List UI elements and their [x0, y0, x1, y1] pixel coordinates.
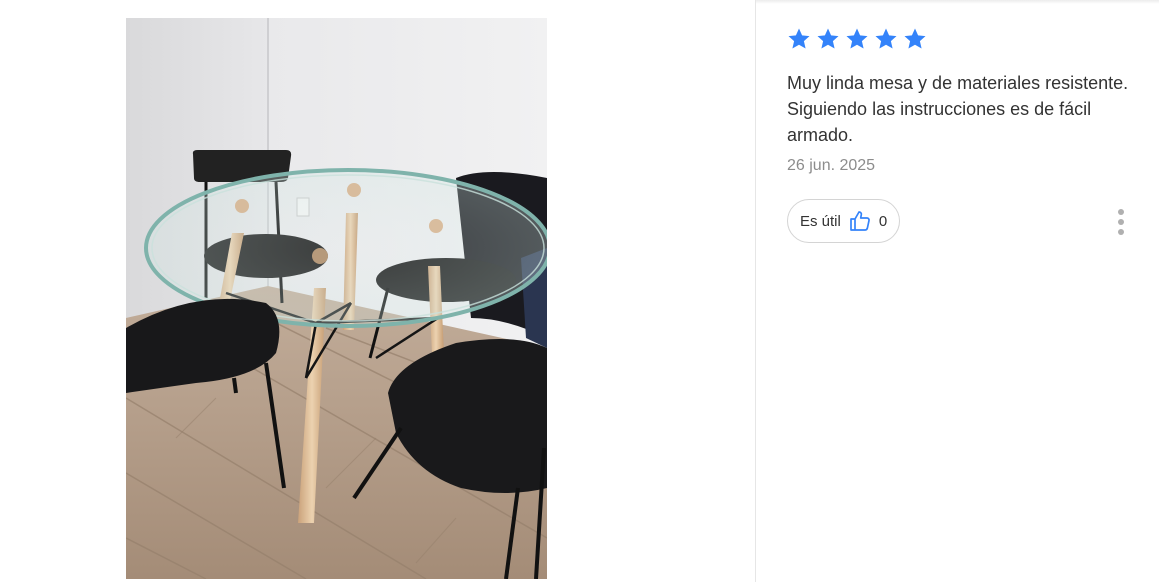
more-vertical-icon — [1118, 209, 1124, 215]
review-date: 26 jun. 2025 — [787, 157, 876, 174]
more-vertical-icon-dot — [1118, 229, 1124, 235]
review-panel: Muy linda mesa y de materiales resistent… — [787, 0, 1147, 582]
thumbs-up-icon — [850, 211, 870, 231]
star-icon — [875, 28, 897, 49]
panel-divider — [755, 0, 756, 582]
more-vertical-icon-dot — [1118, 219, 1124, 225]
more-options-button[interactable] — [1111, 208, 1131, 236]
star-icon — [788, 28, 810, 49]
photo-gallery — [0, 0, 755, 582]
review-photo[interactable] — [126, 18, 547, 579]
review-modal: Muy linda mesa y de materiales resistent… — [0, 0, 1159, 582]
helpful-count: 0 — [878, 212, 888, 230]
helpful-label: Es útil — [800, 212, 841, 230]
review-photo-illustration — [126, 18, 547, 579]
star-icon — [904, 28, 926, 49]
star-icon — [817, 28, 839, 49]
helpful-button[interactable]: Es útil 0 — [787, 199, 901, 243]
rating-stars — [787, 27, 927, 51]
review-text: Muy linda mesa y de materiales resistent… — [787, 73, 1129, 145]
star-icon — [846, 28, 868, 49]
